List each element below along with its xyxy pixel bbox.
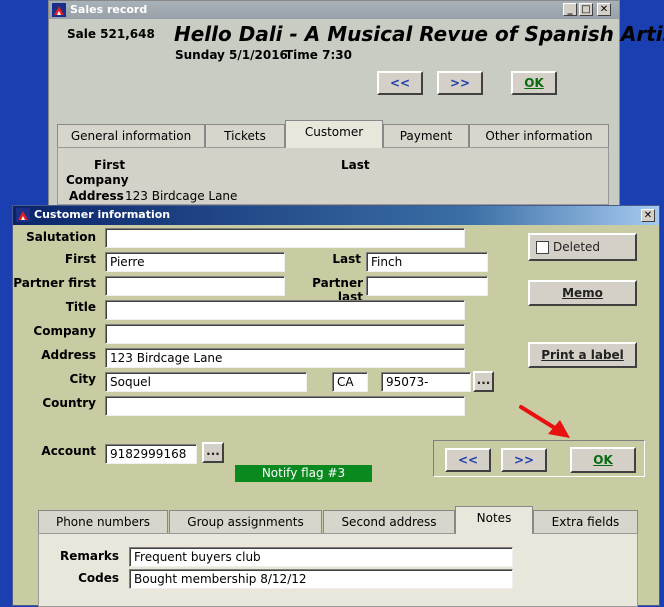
sale-number: Sale 521,648 bbox=[67, 27, 155, 41]
state-field[interactable]: CA bbox=[332, 372, 368, 392]
event-date: Sunday 5/1/2016 bbox=[175, 48, 288, 62]
address-label: Address bbox=[41, 348, 96, 362]
tab-payment[interactable]: Payment bbox=[383, 124, 469, 148]
customer-tab-panel: First Last Company Address 123 Birdcage … bbox=[57, 147, 609, 205]
close-icon[interactable]: ✕ bbox=[641, 209, 655, 222]
company-label: Company bbox=[66, 173, 129, 187]
salutation-field[interactable] bbox=[105, 228, 465, 248]
city-label: City bbox=[69, 372, 96, 386]
navigation-group: << >> OK bbox=[433, 440, 645, 477]
next-record-button[interactable]: >> bbox=[437, 71, 483, 95]
sales-record-window: Sales record _ □ ✕ Sale 521,648 Hello Da… bbox=[48, 0, 664, 206]
first-name-label: First bbox=[64, 252, 96, 266]
print-label-label: Print a label bbox=[541, 348, 624, 362]
first-label: First bbox=[94, 158, 126, 172]
deleted-checkbox[interactable] bbox=[536, 241, 549, 254]
tab-customer[interactable]: Customer bbox=[285, 120, 383, 148]
next-record-button[interactable]: >> bbox=[501, 448, 547, 472]
previous-record-button[interactable]: << bbox=[445, 448, 491, 472]
close-icon[interactable]: ✕ bbox=[597, 3, 611, 16]
memo-button[interactable]: Memo bbox=[528, 280, 637, 306]
remarks-label: Remarks bbox=[59, 549, 119, 563]
account-label: Account bbox=[41, 444, 96, 458]
ok-label: OK bbox=[593, 453, 613, 467]
codes-label: Codes bbox=[78, 571, 119, 585]
partner-first-field[interactable] bbox=[105, 276, 285, 296]
deleted-checkbox-group[interactable]: Deleted bbox=[528, 233, 637, 261]
last-name-field[interactable]: Finch bbox=[366, 252, 488, 272]
sales-ok-button[interactable]: OK bbox=[511, 71, 557, 95]
tab-group-assignments[interactable]: Group assignments bbox=[169, 510, 322, 534]
tab-notes[interactable]: Notes bbox=[455, 506, 533, 534]
last-label: Last bbox=[341, 158, 370, 172]
tab-phone-numbers[interactable]: Phone numbers bbox=[38, 510, 168, 534]
address-label: Address bbox=[69, 189, 124, 203]
codes-field[interactable]: Bought membership 8/12/12 bbox=[129, 569, 513, 589]
account-field[interactable]: 9182999168 bbox=[105, 444, 197, 464]
app-icon bbox=[16, 208, 30, 222]
tab-other-information[interactable]: Other information bbox=[469, 124, 609, 148]
event-title: Hello Dali - A Musical Revue of Spanish … bbox=[174, 22, 664, 46]
company-field[interactable] bbox=[105, 324, 465, 344]
previous-record-button[interactable]: << bbox=[377, 71, 423, 95]
title-field[interactable] bbox=[105, 300, 465, 320]
sales-record-titlebar: Sales record _ □ ✕ bbox=[49, 1, 619, 19]
notify-flag-badge: Notify flag #3 bbox=[235, 465, 372, 482]
deleted-label: Deleted bbox=[553, 240, 601, 254]
customer-information-window: Customer information ✕ Salutation First … bbox=[12, 205, 660, 607]
country-label: Country bbox=[42, 396, 96, 410]
remarks-field[interactable]: Frequent buyers club bbox=[129, 547, 513, 567]
maximize-icon[interactable]: □ bbox=[579, 3, 593, 16]
company-label: Company bbox=[33, 324, 96, 338]
country-field[interactable] bbox=[105, 396, 465, 416]
salutation-label: Salutation bbox=[26, 230, 96, 244]
tab-tickets[interactable]: Tickets bbox=[205, 124, 285, 148]
customer-ok-button[interactable]: OK bbox=[570, 447, 636, 473]
city-field[interactable]: Soquel bbox=[105, 372, 307, 392]
tab-extra-fields[interactable]: Extra fields bbox=[533, 510, 638, 534]
tab-general-information[interactable]: General information bbox=[57, 124, 205, 148]
memo-label: Memo bbox=[562, 286, 603, 300]
first-name-field[interactable]: Pierre bbox=[105, 252, 285, 272]
minimize-icon[interactable]: _ bbox=[563, 3, 577, 16]
tab-second-address[interactable]: Second address bbox=[323, 510, 455, 534]
event-time: Time 7:30 bbox=[285, 48, 352, 62]
address-field[interactable]: 123 Birdcage Lane bbox=[105, 348, 465, 368]
red-arrow-annotation bbox=[519, 405, 570, 438]
address-value: 123 Birdcage Lane bbox=[125, 189, 238, 203]
app-icon bbox=[52, 3, 66, 17]
print-label-button[interactable]: Print a label bbox=[528, 342, 637, 368]
partner-first-label: Partner first bbox=[13, 276, 96, 290]
ok-label: OK bbox=[524, 76, 544, 90]
window-title: Customer information bbox=[34, 208, 171, 221]
zip-field[interactable]: 95073- bbox=[381, 372, 471, 392]
account-lookup-button[interactable]: ... bbox=[202, 442, 224, 463]
title-label: Title bbox=[65, 300, 96, 314]
notes-tab-panel: Remarks Frequent buyers club Codes Bough… bbox=[38, 533, 638, 607]
last-name-label: Last bbox=[332, 252, 361, 266]
window-title: Sales record bbox=[70, 3, 148, 16]
customer-information-titlebar: Customer information ✕ bbox=[13, 206, 659, 225]
partner-last-field[interactable] bbox=[366, 276, 488, 296]
zip-lookup-button[interactable]: ... bbox=[473, 371, 494, 392]
